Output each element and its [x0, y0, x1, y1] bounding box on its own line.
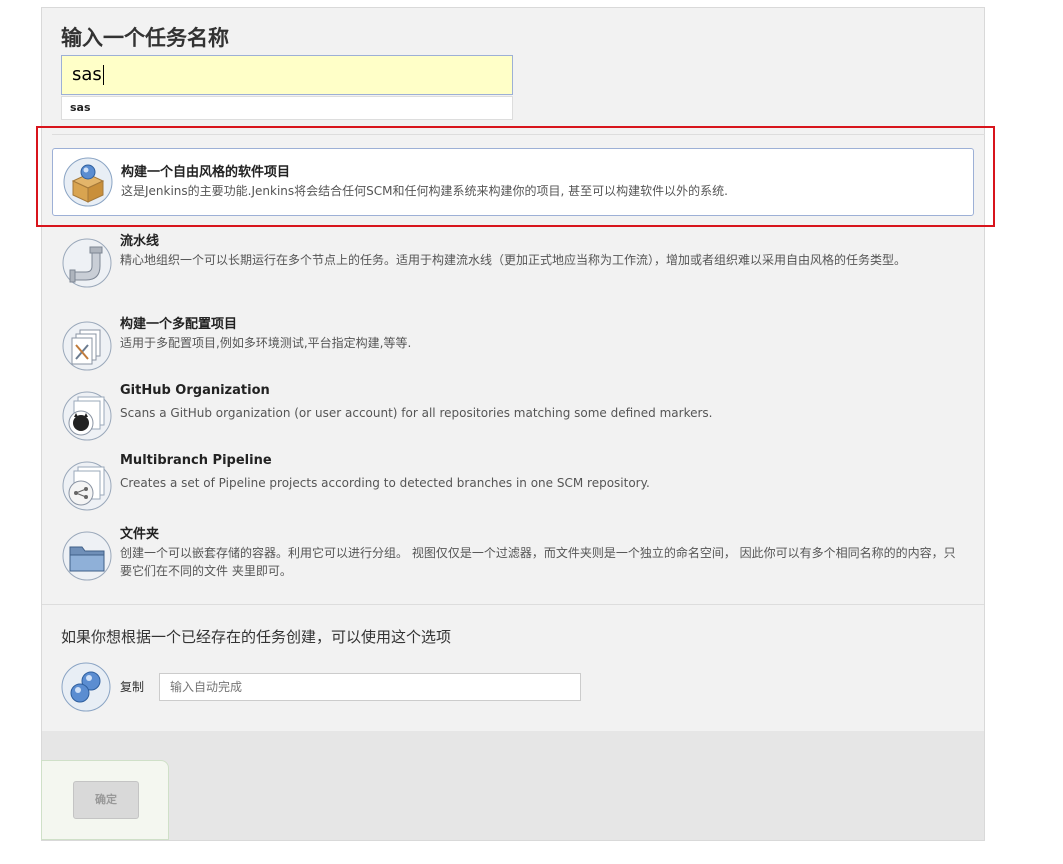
folder-icon — [62, 531, 112, 581]
footer-band — [42, 731, 984, 840]
multi-config-icon — [62, 321, 112, 371]
item-description: 精心地组织一个可以长期运行在多个节点上的任务。适用于构建流水线（更加正式地应当称… — [120, 253, 907, 267]
copy-from-label: 复制 — [120, 680, 145, 694]
copy-section-heading: 如果你想根据一个已经存在的任务创建，可以使用这个选项 — [61, 628, 452, 646]
pipeline-icon — [62, 238, 112, 288]
multibranch-icon — [62, 461, 112, 511]
item-description: 适用于多配置项目,例如多环境测试,平台指定构建,等等. — [120, 336, 412, 350]
item-name-value: sas — [72, 64, 102, 85]
divider — [42, 604, 984, 605]
text-caret — [102, 65, 104, 85]
highlight-annotation — [36, 126, 995, 227]
item-description: Scans a GitHub organization (or user acc… — [120, 406, 713, 420]
item-description: 创建一个可以嵌套存储的容器。利用它可以进行分组。 视图仅仅是一个过滤器，而文件夹… — [120, 546, 956, 578]
item-label: 流水线 — [120, 234, 160, 249]
github-icon — [62, 391, 112, 441]
item-label: 文件夹 — [120, 527, 160, 542]
item-label: GitHub Organization — [120, 383, 270, 398]
item-label: 构建一个多配置项目 — [120, 317, 238, 332]
copy-from-input[interactable] — [159, 673, 581, 701]
copy-item-icon — [61, 662, 111, 712]
page-title: 输入一个任务名称 — [61, 26, 229, 50]
item-label: Multibranch Pipeline — [120, 453, 272, 468]
autocomplete-suggestion[interactable]: sas — [61, 96, 513, 120]
item-description: Creates a set of Pipeline projects accor… — [120, 476, 650, 490]
item-name-input[interactable]: sas — [61, 55, 513, 95]
ok-button[interactable]: 确定 — [73, 781, 139, 819]
